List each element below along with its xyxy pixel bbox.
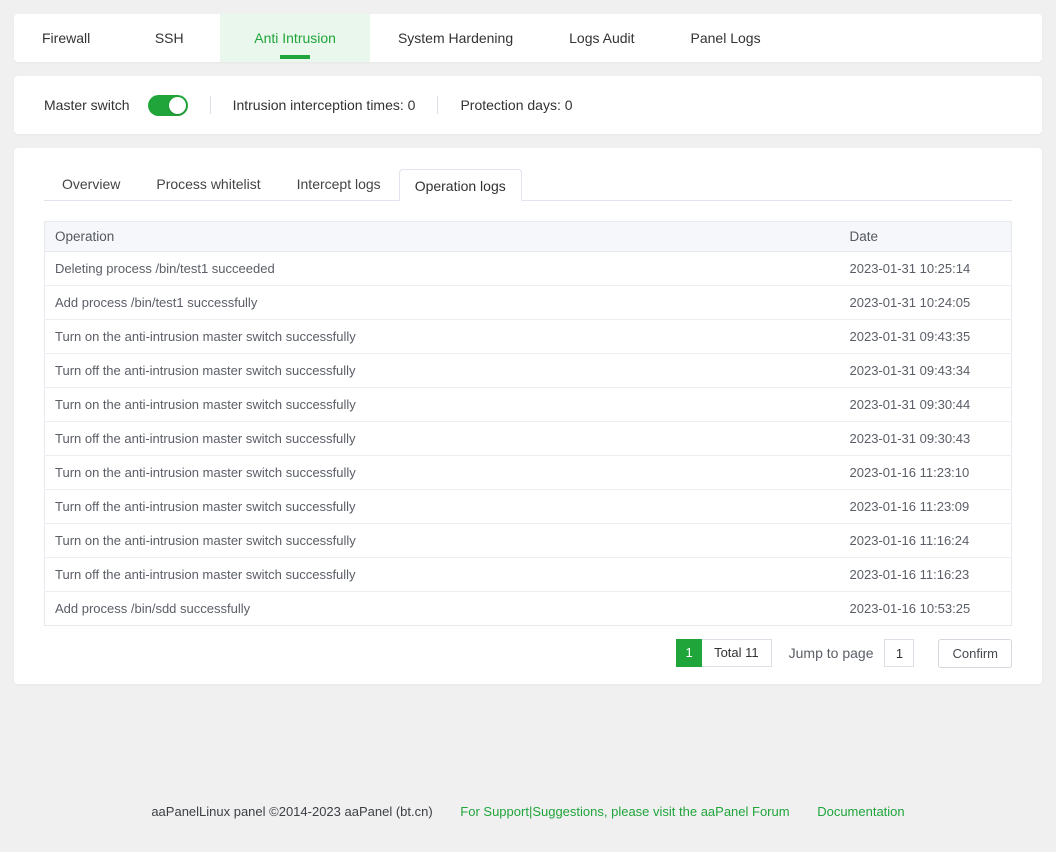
documentation-link[interactable]: Documentation (817, 804, 904, 819)
operation-cell: Turn on the anti-intrusion master switch… (45, 388, 840, 422)
date-cell: 2023-01-16 11:23:09 (840, 490, 1012, 524)
copyright-text: aaPanelLinux panel ©2014-2023 aaPanel (b… (151, 804, 432, 819)
page-number-button[interactable]: 1 (676, 639, 702, 667)
interception-times-text: Intrusion interception times: 0 (233, 97, 416, 113)
page-footer: aaPanelLinux panel ©2014-2023 aaPanel (b… (0, 804, 1056, 819)
table-row: Add process /bin/sdd successfully 2023-0… (45, 592, 1012, 626)
tab-anti-intrusion[interactable]: Anti Intrusion (220, 14, 370, 62)
tab-overview[interactable]: Overview (44, 168, 138, 200)
operation-cell: Turn on the anti-intrusion master switch… (45, 456, 840, 490)
tab-firewall[interactable]: Firewall (14, 14, 118, 62)
date-cell: 2023-01-16 11:23:10 (840, 456, 1012, 490)
operation-cell: Turn off the anti-intrusion master switc… (45, 490, 840, 524)
content-card: Overview Process whitelist Intercept log… (14, 148, 1042, 684)
master-switch-label: Master switch (44, 97, 130, 113)
date-cell: 2023-01-31 09:43:35 (840, 320, 1012, 354)
table-row: Turn on the anti-intrusion master switch… (45, 456, 1012, 490)
date-cell: 2023-01-16 10:53:25 (840, 592, 1012, 626)
table-row: Add process /bin/test1 successfully 2023… (45, 286, 1012, 320)
date-cell: 2023-01-31 10:25:14 (840, 252, 1012, 286)
pagination: 1 Total 11 Jump to page Confirm (44, 639, 1012, 667)
date-cell: 2023-01-16 11:16:24 (840, 524, 1012, 558)
date-cell: 2023-01-31 10:24:05 (840, 286, 1012, 320)
support-forum-link[interactable]: For Support|Suggestions, please visit th… (460, 804, 789, 819)
divider (210, 96, 211, 114)
operation-cell: Turn on the anti-intrusion master switch… (45, 524, 840, 558)
table-row: Deleting process /bin/test1 succeeded 20… (45, 252, 1012, 286)
jump-to-page-input[interactable] (884, 639, 914, 667)
toggle-knob (169, 97, 186, 114)
column-header-date: Date (840, 222, 1012, 252)
operation-cell: Turn on the anti-intrusion master switch… (45, 320, 840, 354)
confirm-button[interactable]: Confirm (938, 639, 1012, 668)
tab-system-hardening[interactable]: System Hardening (370, 14, 541, 62)
top-tab-bar: Firewall SSH Anti Intrusion System Harde… (14, 14, 1042, 62)
total-count-label: Total 11 (702, 639, 772, 667)
operation-cell: Turn off the anti-intrusion master switc… (45, 422, 840, 456)
status-bar: Master switch Intrusion interception tim… (14, 76, 1042, 134)
date-cell: 2023-01-31 09:43:34 (840, 354, 1012, 388)
jump-to-page-label: Jump to page (789, 645, 874, 661)
tab-ssh[interactable]: SSH (118, 14, 220, 62)
table-row: Turn on the anti-intrusion master switch… (45, 320, 1012, 354)
operation-cell: Add process /bin/test1 successfully (45, 286, 840, 320)
tab-panel-logs[interactable]: Panel Logs (663, 14, 789, 62)
tab-logs-audit[interactable]: Logs Audit (541, 14, 662, 62)
table-row: Turn on the anti-intrusion master switch… (45, 524, 1012, 558)
tab-operation-logs[interactable]: Operation logs (399, 169, 522, 201)
protection-days-text: Protection days: 0 (460, 97, 572, 113)
table-row: Turn on the anti-intrusion master switch… (45, 388, 1012, 422)
operation-cell: Turn off the anti-intrusion master switc… (45, 354, 840, 388)
divider (437, 96, 438, 114)
tab-intercept-logs[interactable]: Intercept logs (279, 168, 399, 200)
table-row: Turn off the anti-intrusion master switc… (45, 354, 1012, 388)
content-tab-bar: Overview Process whitelist Intercept log… (44, 168, 1012, 201)
column-header-operation: Operation (45, 222, 840, 252)
operation-cell: Turn off the anti-intrusion master switc… (45, 558, 840, 592)
table-row: Turn off the anti-intrusion master switc… (45, 422, 1012, 456)
date-cell: 2023-01-16 11:16:23 (840, 558, 1012, 592)
operation-cell: Deleting process /bin/test1 succeeded (45, 252, 840, 286)
master-switch-toggle[interactable] (148, 95, 188, 116)
operation-cell: Add process /bin/sdd successfully (45, 592, 840, 626)
table-row: Turn off the anti-intrusion master switc… (45, 490, 1012, 524)
table-header-row: Operation Date (45, 222, 1012, 252)
date-cell: 2023-01-31 09:30:44 (840, 388, 1012, 422)
operation-log-table: Operation Date Deleting process /bin/tes… (44, 221, 1012, 626)
table-row: Turn off the anti-intrusion master switc… (45, 558, 1012, 592)
date-cell: 2023-01-31 09:30:43 (840, 422, 1012, 456)
tab-process-whitelist[interactable]: Process whitelist (138, 168, 278, 200)
